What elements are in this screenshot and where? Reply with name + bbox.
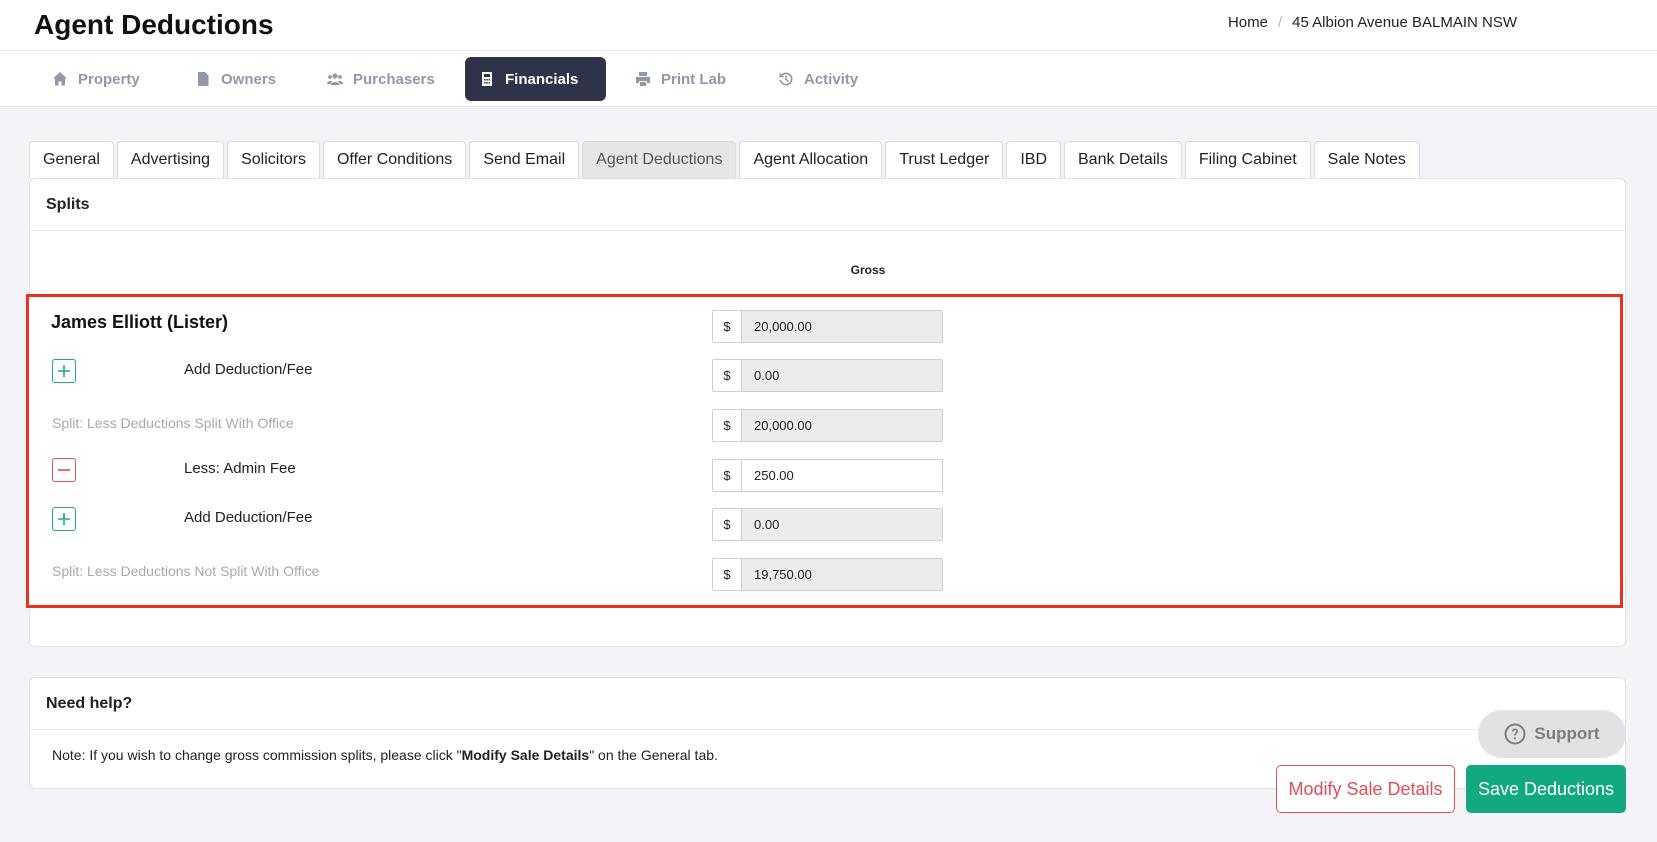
subtab-offer-conditions[interactable]: Offer Conditions: [322, 141, 467, 178]
file-icon: [198, 72, 209, 86]
printer-icon: [636, 72, 650, 86]
nav-tab-label: Print Lab: [661, 70, 727, 88]
subtab-solicitors[interactable]: Solicitors: [227, 141, 320, 178]
help-note-suffix: " on the General tab.: [589, 747, 718, 763]
split-with-office-label: Split: Less Deductions Split With Office: [52, 415, 294, 431]
deduction-amount-field: $: [712, 508, 943, 541]
deduction-label: Add Deduction/Fee: [184, 509, 313, 526]
nav-tab-financials[interactable]: Financials: [465, 57, 606, 101]
currency-addon: $: [713, 360, 742, 391]
currency-addon: $: [713, 460, 742, 491]
admin-fee-field: $: [712, 459, 943, 492]
subtab-sale-notes[interactable]: Sale Notes: [1313, 141, 1420, 178]
subtab-ibd[interactable]: IBD: [1006, 141, 1061, 178]
nav-tab-label: Financials: [505, 70, 579, 88]
split-not-with-office-input: [742, 559, 942, 590]
split-not-with-office-label: Split: Less Deductions Not Split With Of…: [52, 563, 320, 579]
help-note-prefix: Note: If you wish to change gross commis…: [52, 747, 462, 763]
subtab-trust-ledger[interactable]: Trust Ledger: [885, 141, 1004, 178]
calculator-icon: [482, 72, 492, 86]
deduction-amount-input: [742, 509, 942, 540]
deduction-amount-input: [742, 360, 942, 391]
history-icon: [779, 72, 793, 86]
save-deductions-button[interactable]: Save Deductions: [1466, 765, 1626, 813]
currency-addon: $: [713, 311, 742, 342]
minus-icon: [58, 469, 70, 471]
subtab-filing-cabinet[interactable]: Filing Cabinet: [1184, 141, 1311, 178]
support-label: Support: [1534, 724, 1600, 743]
top-bar: Agent Deductions Home / 45 Albion Avenue…: [0, 0, 1657, 51]
help-note-bold: Modify Sale Details: [461, 747, 590, 763]
users-icon: [327, 73, 343, 85]
help-title: Need help?: [30, 678, 1625, 730]
plus-icon: [58, 365, 70, 377]
admin-fee-label: Less: Admin Fee: [184, 460, 296, 477]
split-with-office-field: $: [712, 409, 943, 442]
nav-tab-print-lab[interactable]: Print Lab: [621, 57, 740, 101]
splits-title: Splits: [30, 179, 1625, 231]
nav-tab-label: Owners: [221, 70, 277, 88]
split-with-office-input: [742, 410, 942, 441]
plus-icon: [58, 513, 70, 525]
breadcrumb: Home / 45 Albion Avenue BALMAIN NSW: [1228, 14, 1517, 31]
nav-tab-activity[interactable]: Activity: [764, 57, 872, 101]
subtab-advertising[interactable]: Advertising: [116, 141, 225, 178]
gross-column-header: Gross: [850, 263, 886, 277]
financials-subtabs: General Advertising Solicitors Offer Con…: [29, 141, 1420, 178]
subtab-general[interactable]: General: [29, 141, 114, 178]
nav-tab-purchasers[interactable]: Purchasers: [313, 57, 449, 101]
admin-fee-input[interactable]: [742, 460, 942, 491]
deduction-amount-field: $: [712, 359, 943, 392]
main-nav: Property Owners Purchasers Financials Pr…: [0, 51, 1657, 107]
gross-amount-input: [742, 311, 942, 342]
remove-deduction-button[interactable]: [52, 458, 76, 482]
question-circle-icon: [1504, 723, 1526, 745]
modify-sale-details-button[interactable]: Modify Sale Details: [1276, 765, 1455, 813]
subtab-agent-allocation[interactable]: Agent Allocation: [739, 141, 883, 178]
gross-amount-field: $: [712, 310, 943, 343]
currency-addon: $: [713, 559, 742, 590]
agent-name: James Elliott (Lister): [51, 312, 229, 332]
deduction-label: Add Deduction/Fee: [184, 361, 313, 378]
breadcrumb-current: 45 Albion Avenue BALMAIN NSW: [1292, 14, 1517, 31]
subtab-agent-deductions[interactable]: Agent Deductions: [582, 141, 737, 178]
nav-tab-label: Purchasers: [353, 70, 435, 88]
nav-tab-label: Property: [78, 70, 140, 88]
nav-tab-label: Activity: [804, 70, 859, 88]
breadcrumb-separator: /: [1277, 14, 1283, 31]
breadcrumb-home-link[interactable]: Home: [1228, 14, 1268, 31]
add-deduction-button[interactable]: [52, 507, 76, 531]
currency-addon: $: [713, 509, 742, 540]
nav-tab-property[interactable]: Property: [38, 57, 154, 101]
nav-tab-owners[interactable]: Owners: [181, 57, 290, 101]
subtab-bank-details[interactable]: Bank Details: [1064, 141, 1182, 178]
page-title: Agent Deductions: [34, 9, 274, 40]
home-icon: [53, 72, 67, 86]
split-not-with-office-field: $: [712, 558, 943, 591]
subtab-send-email[interactable]: Send Email: [469, 141, 580, 178]
add-deduction-button[interactable]: [52, 359, 76, 383]
help-note: Note: If you wish to change gross commis…: [52, 747, 718, 763]
currency-addon: $: [713, 410, 742, 441]
support-button[interactable]: Support: [1478, 710, 1626, 758]
